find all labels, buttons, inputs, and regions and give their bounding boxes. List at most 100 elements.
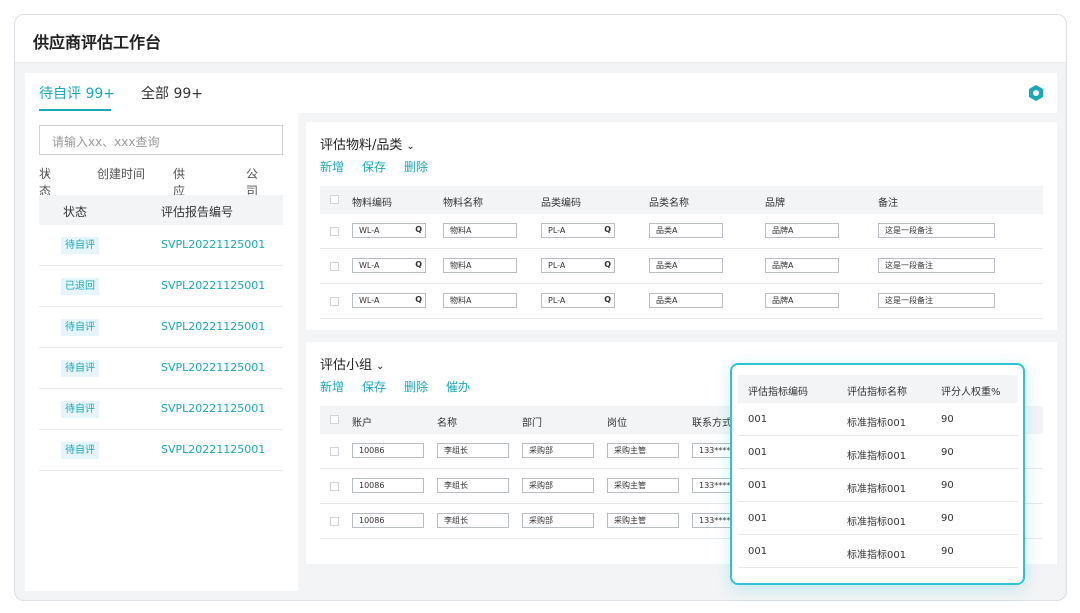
save-button[interactable]: 保存 bbox=[362, 160, 386, 174]
department-field[interactable]: 采购部 bbox=[522, 513, 594, 528]
column-material-name: 物料名称 bbox=[443, 198, 483, 209]
row-checkbox[interactable] bbox=[330, 297, 339, 306]
table-row[interactable]: 001 标准指标001 90 bbox=[738, 502, 1018, 535]
status-badge: 待自评 bbox=[61, 360, 99, 377]
search-icon: Q bbox=[604, 225, 611, 234]
status-badge: 待自评 bbox=[61, 442, 99, 459]
brand-field[interactable]: 品牌A bbox=[765, 258, 839, 273]
account-field[interactable]: 10086 bbox=[352, 513, 424, 528]
column-material-code: 物料编码 bbox=[352, 198, 392, 209]
popover-table-header: 评估指标编码 评估指标名称 评分人权重% bbox=[738, 375, 1018, 403]
report-code-link[interactable]: SVPL20221125001 bbox=[161, 279, 265, 292]
search-icon: Q bbox=[415, 295, 422, 304]
tab-bar: 待自评 99+ 全部 99+ bbox=[25, 73, 1057, 113]
brand-field[interactable]: 品牌A bbox=[765, 293, 839, 308]
chevron-down-icon: ⌄ bbox=[43, 168, 52, 179]
brand-field[interactable]: 品牌A bbox=[765, 223, 839, 238]
department-field[interactable]: 采购部 bbox=[522, 443, 594, 458]
list-item[interactable]: 待自评 SVPL20221125001 bbox=[39, 430, 283, 471]
filter-status[interactable]: 状态 ⌄ bbox=[39, 165, 52, 198]
row-checkbox[interactable] bbox=[330, 227, 339, 236]
row-checkbox[interactable] bbox=[330, 262, 339, 271]
table-row[interactable]: 001 标准指标001 90 bbox=[738, 436, 1018, 469]
material-name-field[interactable]: 物料A bbox=[443, 223, 517, 238]
select-all-checkbox[interactable] bbox=[330, 415, 339, 424]
tab-pending-self-eval[interactable]: 待自评 99+ bbox=[39, 83, 115, 103]
delete-button[interactable]: 删除 bbox=[404, 380, 428, 394]
row-checkbox[interactable] bbox=[330, 482, 339, 491]
filter-company[interactable]: 公司 ⌄ bbox=[246, 165, 258, 198]
material-code-field[interactable]: WL-A Q bbox=[352, 223, 426, 238]
report-code-link[interactable]: SVPL20221125001 bbox=[161, 443, 265, 456]
material-code-field[interactable]: WL-A Q bbox=[352, 293, 426, 308]
delete-button[interactable]: 删除 bbox=[404, 160, 428, 174]
list-item[interactable]: 待自评 SVPL20221125001 bbox=[39, 307, 283, 348]
account-field[interactable]: 10086 bbox=[352, 478, 424, 493]
name-field[interactable]: 李组长 bbox=[437, 513, 509, 528]
category-name-field[interactable]: 品类A bbox=[649, 258, 723, 273]
filter-supplier[interactable]: 供应商⌄ bbox=[173, 165, 186, 215]
title-bar: 供应商评估工作台 bbox=[15, 15, 1066, 63]
column-department: 部门 bbox=[522, 418, 542, 429]
category-name-field[interactable]: 品类A bbox=[649, 293, 723, 308]
select-all-checkbox[interactable] bbox=[330, 195, 339, 204]
list-item[interactable]: 待自评 SVPL20221125001 bbox=[39, 348, 283, 389]
note-field[interactable]: 这是一段备注 bbox=[878, 258, 995, 273]
search-icon: Q bbox=[415, 260, 422, 269]
list-item[interactable]: 已退回 SVPL20221125001 bbox=[39, 266, 283, 307]
note-field[interactable]: 这是一段备注 bbox=[878, 223, 995, 238]
category-name-field[interactable]: 品类A bbox=[649, 223, 723, 238]
category-code-field[interactable]: PL-A Q bbox=[541, 258, 615, 273]
department-field[interactable]: 采购部 bbox=[522, 478, 594, 493]
list-item[interactable]: 待自评 SVPL20221125001 bbox=[39, 225, 283, 266]
table-row[interactable]: 001 标准指标001 90 bbox=[738, 469, 1018, 502]
position-field[interactable]: 采购主管 bbox=[607, 443, 679, 458]
position-field[interactable]: 采购主管 bbox=[607, 513, 679, 528]
account-field[interactable]: 10086 bbox=[352, 443, 424, 458]
row-checkbox[interactable] bbox=[330, 447, 339, 456]
position-field[interactable]: 采购主管 bbox=[607, 478, 679, 493]
materials-title[interactable]: 评估物料/品类 ⌄ bbox=[320, 134, 415, 153]
column-name: 名称 bbox=[437, 418, 457, 429]
filter-created-time[interactable]: 创建时间 bbox=[97, 165, 145, 182]
list-header: 状态 评估报告编号 bbox=[39, 195, 283, 225]
active-tab-indicator bbox=[39, 109, 111, 111]
column-note: 备注 bbox=[878, 198, 898, 209]
report-code-link[interactable]: SVPL20221125001 bbox=[161, 361, 265, 374]
team-actions: 新增 保存 删除 催办 bbox=[320, 378, 488, 395]
category-code-field[interactable]: PL-A Q bbox=[541, 223, 615, 238]
report-code-link[interactable]: SVPL20221125001 bbox=[161, 238, 265, 251]
material-name-field[interactable]: 物料A bbox=[443, 258, 517, 273]
materials-actions: 新增 保存 删除 bbox=[320, 158, 446, 175]
save-button[interactable]: 保存 bbox=[362, 380, 386, 394]
search-icon: Q bbox=[604, 260, 611, 269]
column-position: 岗位 bbox=[607, 418, 627, 429]
name-field[interactable]: 李组长 bbox=[437, 478, 509, 493]
material-code-field[interactable]: WL-A Q bbox=[352, 258, 426, 273]
tab-all[interactable]: 全部 99+ bbox=[141, 83, 203, 103]
name-field[interactable]: 李组长 bbox=[437, 443, 509, 458]
table-row[interactable]: 001 标准指标001 90 bbox=[738, 535, 1018, 568]
row-checkbox[interactable] bbox=[330, 517, 339, 526]
search-input[interactable]: 请输入xx、xxx查询 bbox=[39, 125, 283, 155]
add-button[interactable]: 新增 bbox=[320, 160, 344, 174]
report-code-link[interactable]: SVPL20221125001 bbox=[161, 402, 265, 415]
column-account: 账户 bbox=[352, 418, 372, 429]
status-badge: 已退回 bbox=[61, 278, 99, 295]
table-row: WL-A Q 物料A PL-A Q 品类A 品牌A 这是一段备注 bbox=[320, 214, 1043, 249]
urge-button[interactable]: 催办 bbox=[446, 380, 470, 394]
chevron-down-icon: ⌄ bbox=[177, 168, 186, 179]
team-title[interactable]: 评估小组 ⌄ bbox=[320, 354, 384, 373]
material-name-field[interactable]: 物料A bbox=[443, 293, 517, 308]
column-brand: 品牌 bbox=[765, 198, 785, 209]
category-code-field[interactable]: PL-A Q bbox=[541, 293, 615, 308]
report-list-panel: 请输入xx、xxx查询 状态⌄ 创建时间 供应商⌄ 公司⌄ 状态 评估报告编号 … bbox=[25, 113, 298, 591]
note-field[interactable]: 这是一段备注 bbox=[878, 293, 995, 308]
list-item[interactable]: 待自评 SVPL20221125001 bbox=[39, 389, 283, 430]
report-code-link[interactable]: SVPL20221125001 bbox=[161, 320, 265, 333]
status-badge: 待自评 bbox=[61, 319, 99, 336]
table-row[interactable]: 001 标准指标001 90 bbox=[738, 403, 1018, 436]
materials-card: 评估物料/品类 ⌄ 新增 保存 删除 物料编码 物料名称 品类编码 品类名称 品牌 备… bbox=[306, 122, 1057, 330]
add-button[interactable]: 新增 bbox=[320, 380, 344, 394]
hexagon-settings-icon[interactable] bbox=[1029, 85, 1043, 101]
